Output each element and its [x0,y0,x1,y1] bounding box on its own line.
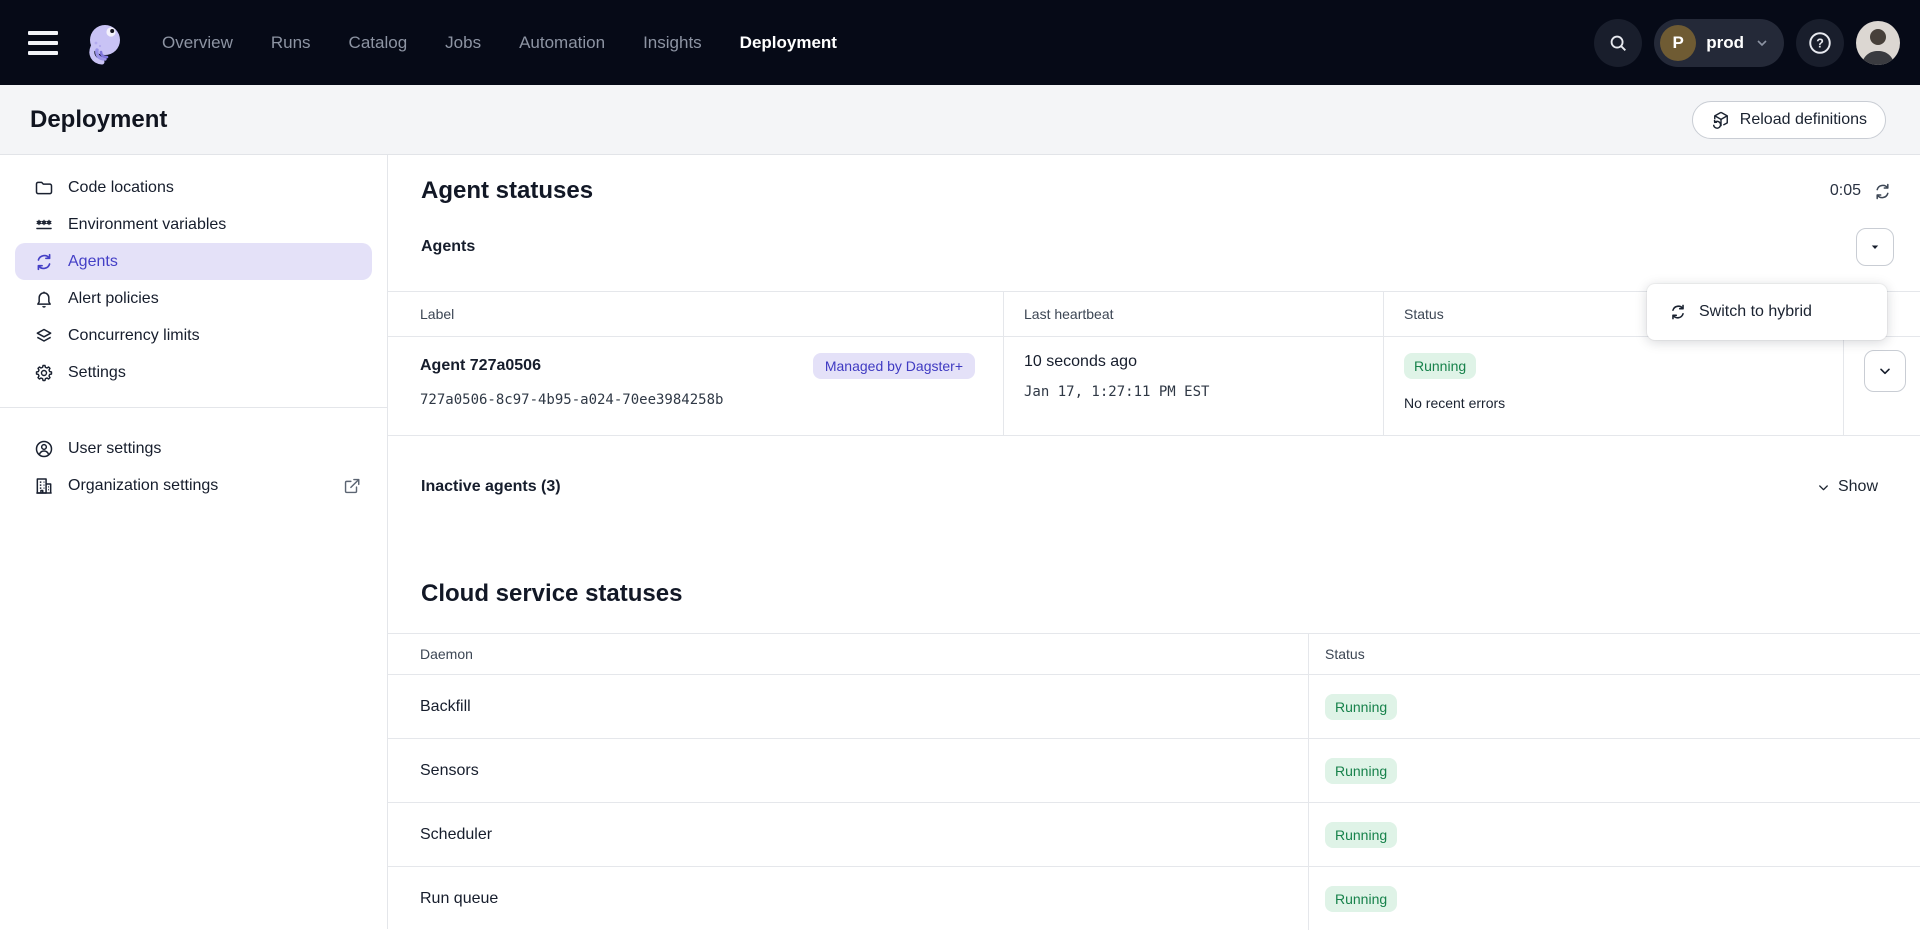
reload-package-icon [1711,110,1731,130]
nav-automation[interactable]: Automation [519,33,605,53]
refresh-icon[interactable] [1873,182,1892,201]
menu-item-switch-to-hybrid[interactable]: Switch to hybrid [1647,294,1887,330]
table-row: Run queue Running [388,867,1920,930]
page-header: Deployment Reload definitions [0,85,1920,155]
managed-badge: Managed by Dagster+ [813,353,975,379]
column-header-heartbeat: Last heartbeat [1004,292,1384,336]
refresh-countdown: 0:05 [1830,182,1861,200]
nav-overview[interactable]: Overview [162,33,233,53]
sidebar-item-label: Agents [68,253,118,271]
search-icon [1607,32,1629,54]
deployment-switcher[interactable]: P prod [1654,19,1784,67]
daemon-status-badge: Running [1325,758,1397,784]
table-row: Backfill Running [388,675,1920,739]
nav-insights[interactable]: Insights [643,33,702,53]
show-inactive-agents-link[interactable]: Show [1816,478,1878,496]
heartbeat-relative: 10 seconds ago [1024,353,1363,371]
caret-down-icon [1868,240,1882,254]
agent-statuses-title: Agent statuses [421,176,593,206]
user-avatar[interactable] [1856,21,1900,65]
cloud-table-header: Daemon Status [388,634,1920,675]
external-link-icon [343,477,361,495]
user-icon [34,439,54,459]
agents-section-label: Agents [421,238,475,256]
agent-name: Agent 727a0506 [420,357,541,375]
daemon-name: Sensors [388,739,1309,802]
sidebar-divider [0,407,387,408]
sidebar-item-concurrency-limits[interactable]: Concurrency limits [0,317,387,354]
daemon-status-badge: Running [1325,822,1397,848]
search-button[interactable] [1594,19,1642,67]
svg-text:?: ? [1816,36,1824,50]
page-title: Deployment [30,106,167,134]
sidebar-item-label: Settings [68,364,126,382]
menu-item-label: Switch to hybrid [1699,303,1812,321]
agent-id: 727a0506-8c97-4b95-a024-70ee3984258b [420,392,983,408]
sidebar-item-label: Environment variables [68,216,226,234]
sidebar-item-code-locations[interactable]: Code locations [0,169,387,206]
sidebar-item-settings[interactable]: Settings [0,354,387,391]
deployment-avatar: P [1660,25,1696,61]
reload-definitions-button[interactable]: Reload definitions [1692,101,1886,139]
show-label: Show [1838,478,1878,496]
sidebar-item-agents[interactable]: Agents [15,243,372,280]
daemon-status-badge: Running [1325,694,1397,720]
chevron-down-icon [1754,35,1770,51]
bell-icon [34,289,54,309]
primary-nav: Overview Runs Catalog Jobs Automation In… [162,33,837,53]
top-nav: Overview Runs Catalog Jobs Automation In… [0,0,1920,85]
daemon-name: Run queue [388,867,1309,930]
agent-row-expand-button[interactable] [1864,350,1906,392]
deployment-sidebar: Code locations Environment variables A [0,155,388,929]
layers-icon [34,326,54,346]
sidebar-item-label: Code locations [68,179,174,197]
help-icon: ? [1807,30,1833,56]
daemon-name: Scheduler [388,803,1309,866]
table-row: Sensors Running [388,739,1920,803]
column-header-status: Status [1309,634,1920,674]
agent-status-badge: Running [1404,353,1476,379]
sidebar-item-organization-settings[interactable]: Organization settings [0,467,387,504]
heartbeat-timestamp: Jan 17, 1:27:11 PM EST [1024,384,1363,400]
hamburger-menu-icon[interactable] [28,31,58,55]
agent-sync-icon [1669,303,1687,321]
main-content: Agent statuses 0:05 Agents [388,155,1920,929]
sidebar-item-label: Organization settings [68,477,218,495]
folder-icon [34,178,54,198]
asterisks-icon [34,215,54,235]
sidebar-item-label: Alert policies [68,290,159,308]
agent-row: Agent 727a0506 Managed by Dagster+ 727a0… [388,337,1920,436]
sidebar-item-label: Concurrency limits [68,327,200,345]
building-icon [34,476,54,496]
sidebar-item-alert-policies[interactable]: Alert policies [0,280,387,317]
agents-actions-menu: Switch to hybrid [1647,284,1887,340]
dagster-logo[interactable] [80,19,128,67]
nav-jobs[interactable]: Jobs [445,33,481,53]
agents-actions-dropdown-button[interactable] [1856,228,1894,266]
table-row: Scheduler Running [388,803,1920,867]
agent-sync-icon [34,252,54,272]
gear-icon [34,363,54,383]
cloud-service-statuses-title: Cloud service statuses [421,580,1920,608]
nav-catalog[interactable]: Catalog [349,33,408,53]
help-button[interactable]: ? [1796,19,1844,67]
sidebar-item-label: User settings [68,440,161,458]
sidebar-item-user-settings[interactable]: User settings [0,430,387,467]
chevron-down-icon [1816,480,1831,495]
column-header-label: Label [388,292,1004,336]
sidebar-item-environment-variables[interactable]: Environment variables [0,206,387,243]
column-header-daemon: Daemon [388,634,1309,674]
daemon-status-badge: Running [1325,886,1397,912]
deployment-name: prod [1706,33,1744,53]
nav-runs[interactable]: Runs [271,33,311,53]
reload-definitions-label: Reload definitions [1740,111,1867,129]
nav-deployment[interactable]: Deployment [740,33,837,53]
agent-errors-text: No recent errors [1404,395,1823,411]
daemon-name: Backfill [388,675,1309,738]
cloud-services-table: Daemon Status Backfill Running Sensors R… [388,633,1920,930]
chevron-down-icon [1877,363,1893,379]
inactive-agents-label: Inactive agents (3) [421,478,561,496]
top-nav-right: P prod ? [1594,19,1900,67]
